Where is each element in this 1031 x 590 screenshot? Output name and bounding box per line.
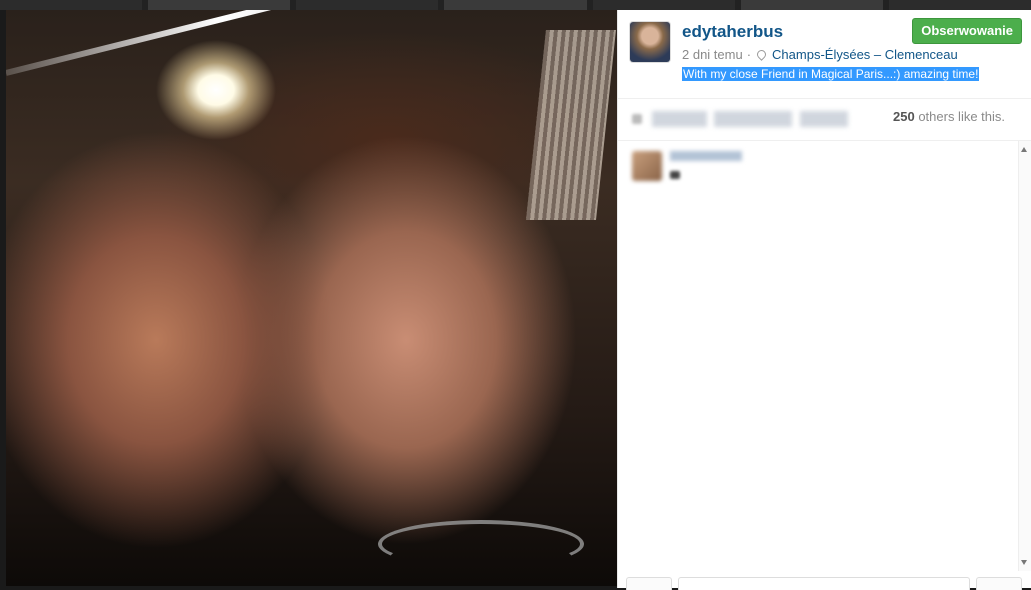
- heart-icon: [632, 114, 642, 124]
- scroll-down-arrow[interactable]: [1021, 560, 1027, 565]
- post-actions: [618, 574, 1031, 590]
- likes-count[interactable]: 250 others like this.: [893, 109, 1005, 124]
- location-link[interactable]: Champs-Élysées – Clemenceau: [772, 47, 958, 62]
- comment-username-blurred[interactable]: [670, 151, 742, 161]
- thumbnail-strip: [0, 0, 1031, 10]
- thumbnail[interactable]: [0, 0, 143, 10]
- post-header: edytaherbus Obserwowanie 2 dni temu · Ch…: [618, 10, 1031, 99]
- post-detail-panel: edytaherbus Obserwowanie 2 dni temu · Ch…: [617, 10, 1031, 590]
- meta-separator: ·: [746, 47, 752, 62]
- post-photo[interactable]: [6, 10, 617, 586]
- comment-avatar[interactable]: [632, 151, 662, 181]
- thumbnail[interactable]: [592, 0, 735, 10]
- likes-number: 250: [893, 109, 915, 124]
- post-meta: 2 dni temu · Champs-Élysées – Clemenceau: [682, 47, 958, 62]
- post-caption: With my close Friend in Magical Paris...…: [682, 67, 980, 81]
- glass-rim: [378, 520, 584, 568]
- username-link[interactable]: edytaherbus: [682, 22, 783, 42]
- avatar[interactable]: [630, 22, 670, 62]
- comment-emoji-blurred: [670, 171, 680, 179]
- scroll-up-arrow[interactable]: [1021, 147, 1027, 152]
- patio-heater: [526, 30, 616, 220]
- timestamp[interactable]: 2 dni temu: [682, 47, 743, 62]
- thumbnail[interactable]: [740, 0, 883, 10]
- thumbnail[interactable]: [444, 0, 587, 10]
- follow-button[interactable]: Obserwowanie: [912, 18, 1022, 44]
- thumbnail[interactable]: [296, 0, 439, 10]
- thumbnail[interactable]: [148, 0, 291, 10]
- comments-list[interactable]: [618, 141, 1031, 571]
- lens-flare: [6, 10, 609, 76]
- comment-input[interactable]: [678, 577, 970, 590]
- more-options-button[interactable]: [976, 577, 1022, 590]
- likes-row: 250 others like this.: [618, 98, 1031, 141]
- thumbnail[interactable]: [888, 0, 1031, 10]
- likes-suffix: others like this.: [914, 109, 1006, 124]
- scrollbar[interactable]: [1018, 141, 1031, 571]
- map-pin-icon: [755, 48, 768, 61]
- like-button[interactable]: [626, 577, 672, 590]
- liker-names-blurred: [652, 111, 882, 127]
